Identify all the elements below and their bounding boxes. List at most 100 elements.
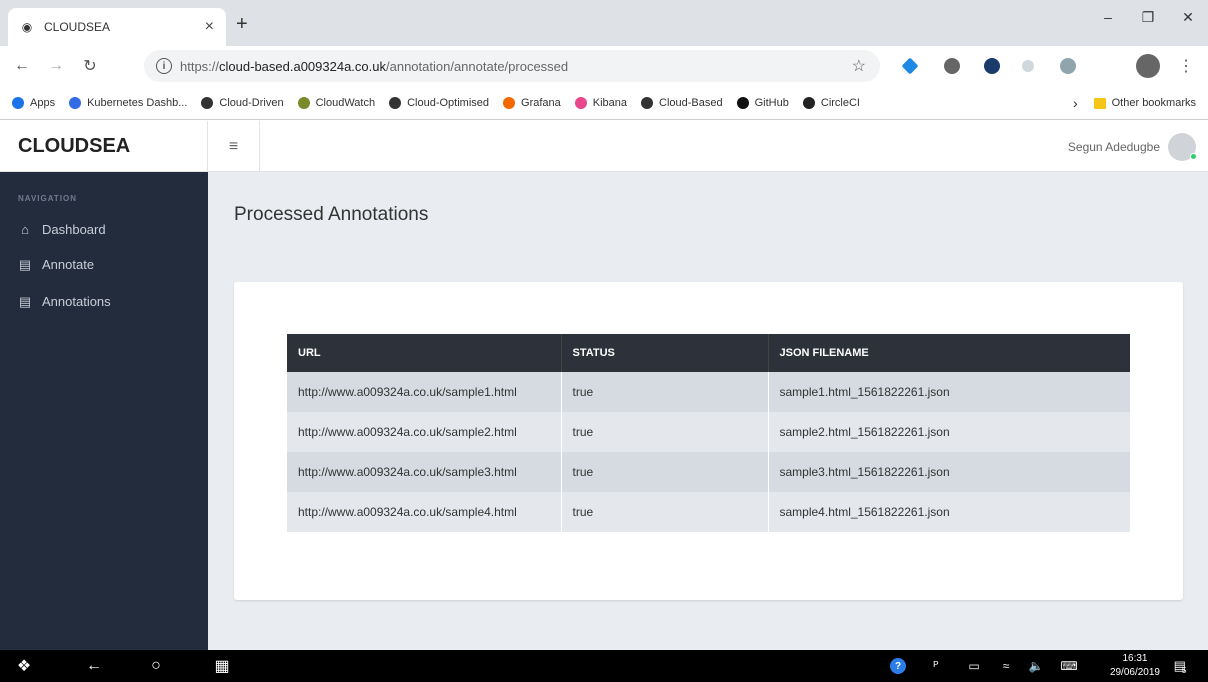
cell-status: true [561, 452, 769, 492]
column-header-url: URL [287, 334, 562, 372]
battery-icon[interactable]: ▭ [964, 650, 984, 682]
windows-start-icon[interactable]: ❖ [12, 650, 36, 682]
sidebar-item-label: Annotate [42, 257, 95, 272]
back-icon[interactable]: ← [8, 57, 36, 75]
extension-icon[interactable] [984, 58, 1000, 74]
back-arrow-icon[interactable]: ← [82, 650, 106, 682]
bookmark-item[interactable]: Cloud-Optimised [389, 96, 489, 109]
cell-json-filename: sample3.html_1561822261.json [768, 452, 1130, 492]
cloud-optimised-icon [389, 96, 402, 109]
browser-tab-strip: ◉ CLOUDSEA × + – ❐ ✕ [0, 0, 1208, 46]
bookmark-item[interactable]: CloudWatch [297, 96, 375, 109]
task-view-icon[interactable]: ▦ [210, 650, 234, 682]
notification-count: 5 [1181, 665, 1187, 675]
cell-json-filename: sample4.html_1561822261.json [768, 492, 1130, 532]
grafana-icon [503, 96, 516, 109]
bookmark-item[interactable]: Grafana [503, 96, 561, 109]
sidebar: NAVIGATION ⌂ Dashboard ▤ Annotate ▤ Anno… [0, 172, 208, 650]
table-row: http://www.a009324a.co.uk/sample4.html tr… [287, 492, 1130, 532]
search-circle-icon[interactable]: ○ [144, 650, 168, 682]
drive-icon[interactable] [944, 58, 960, 74]
close-window-icon[interactable]: ✕ [1168, 0, 1208, 34]
bookmark-label: Kibana [592, 96, 628, 109]
bookmark-item[interactable]: Apps [12, 96, 56, 109]
user-avatar [1168, 132, 1197, 161]
bookmark-item[interactable]: Cloud-Driven [201, 96, 284, 109]
browser-toolbar: ← → ↻ i https://cloud-based.a009324a.co.… [0, 46, 1208, 86]
sidebar-item-annotate[interactable]: ▤ Annotate [18, 256, 95, 273]
sidebar-item-dashboard[interactable]: ⌂ Dashboard [18, 222, 106, 237]
address-bar[interactable]: i https://cloud-based.a009324a.co.uk/ann… [144, 50, 880, 82]
cell-status: true [561, 372, 769, 412]
reload-icon[interactable]: ↻ [76, 56, 104, 76]
cell-json-filename: sample2.html_1561822261.json [768, 412, 1130, 452]
bookmark-label: Apps [30, 96, 56, 109]
sidebar-item-label: Annotations [42, 294, 111, 309]
bookmark-star-icon[interactable]: ☆ [852, 56, 866, 76]
bookmark-item[interactable]: Kubernetes Dashb... [69, 96, 187, 109]
info-icon[interactable]: i [156, 58, 172, 74]
cell-json-filename: sample1.html_1561822261.json [768, 372, 1130, 412]
home-icon: ⌂ [21, 222, 29, 237]
notifications-icon[interactable]: ▤ 5 [1168, 650, 1192, 682]
kibana-icon [574, 96, 587, 109]
close-tab-icon[interactable]: × [205, 18, 214, 36]
user-menu[interactable]: Segun Adedugbe [1067, 121, 1197, 172]
wifi-icon[interactable]: ≈ [996, 650, 1016, 682]
bookmark-label: Cloud-Based [659, 96, 723, 109]
kubernetes-icon [69, 96, 82, 109]
brand-logo[interactable]: CLOUDSEA [0, 121, 208, 172]
people-icon[interactable]: ᴾ [926, 650, 946, 682]
url-host: cloud-based.a009324a.co.uk [219, 58, 386, 74]
volume-icon[interactable]: 🔈 [1026, 650, 1046, 682]
new-tab-icon[interactable]: + [236, 13, 248, 36]
sidebar-item-label: Dashboard [42, 222, 106, 237]
cell-url: http://www.a009324a.co.uk/sample1.html [287, 372, 562, 412]
cell-status: true [561, 412, 769, 452]
annotations-table: URL STATUS JSON FILENAME http://www.a009… [287, 334, 1130, 532]
bookmark-item[interactable]: CircleCI [802, 96, 860, 109]
forward-icon[interactable]: → [42, 57, 70, 75]
minimize-icon[interactable]: – [1088, 0, 1128, 34]
keyboard-icon[interactable]: ⌨ [1058, 650, 1080, 682]
document-icon: ▤ [18, 293, 32, 309]
sidebar-item-annotations[interactable]: ▤ Annotations [18, 293, 111, 310]
bookmark-item[interactable]: Cloud-Based [641, 96, 723, 109]
cell-url: http://www.a009324a.co.uk/sample4.html [287, 492, 562, 532]
globe-icon: ◉ [21, 20, 33, 34]
document-icon: ▤ [18, 256, 32, 272]
url-prefix: https:// [180, 58, 220, 74]
main-content: Processed Annotations URL STATUS JSON FI… [208, 172, 1208, 650]
profile-avatar[interactable] [1136, 54, 1160, 78]
eye-icon[interactable] [1022, 60, 1034, 72]
extension-icon[interactable] [1060, 58, 1076, 74]
clock-date: 29/06/2019 [1109, 667, 1160, 678]
cell-status: true [561, 492, 769, 532]
url-path: /annotation/annotate/processed [386, 58, 569, 74]
browser-tab[interactable]: ◉ CLOUDSEA × [8, 8, 226, 46]
restore-icon[interactable]: ❐ [1128, 0, 1168, 34]
chevron-right-icon[interactable]: › [1073, 95, 1078, 111]
table-row: http://www.a009324a.co.uk/sample2.html tr… [287, 412, 1130, 452]
user-name: Segun Adedugbe [1067, 139, 1160, 154]
circleci-icon [802, 96, 815, 109]
bookmark-label: Grafana [521, 96, 561, 109]
window-controls: – ❐ ✕ [1088, 0, 1208, 34]
cell-url: http://www.a009324a.co.uk/sample2.html [287, 412, 562, 452]
bookmark-item[interactable]: GitHub [736, 96, 789, 109]
column-header-status: STATUS [561, 334, 769, 372]
bookmarks-bar: Apps Kubernetes Dashb... Cloud-Driven Cloud… [0, 86, 1208, 120]
help-icon[interactable]: ? [888, 650, 908, 682]
bookmark-label: GitHub [754, 96, 789, 109]
kebab-menu-icon[interactable]: ⋮ [1178, 56, 1194, 76]
hamburger-menu-icon[interactable]: ≡ [208, 121, 260, 172]
column-header-json-filename: JSON FILENAME [768, 334, 1130, 372]
github-icon [736, 96, 749, 109]
cloud-driven-icon [201, 96, 214, 109]
system-clock[interactable]: 16:31 29/06/2019 [1110, 652, 1160, 680]
other-bookmarks[interactable]: › Other bookmarks [1073, 86, 1196, 120]
bookmark-item[interactable]: Kibana [574, 96, 628, 109]
extension-icon[interactable] [901, 57, 919, 75]
nav-heading: NAVIGATION [18, 194, 78, 203]
cell-url: http://www.a009324a.co.uk/sample3.html [287, 452, 562, 492]
